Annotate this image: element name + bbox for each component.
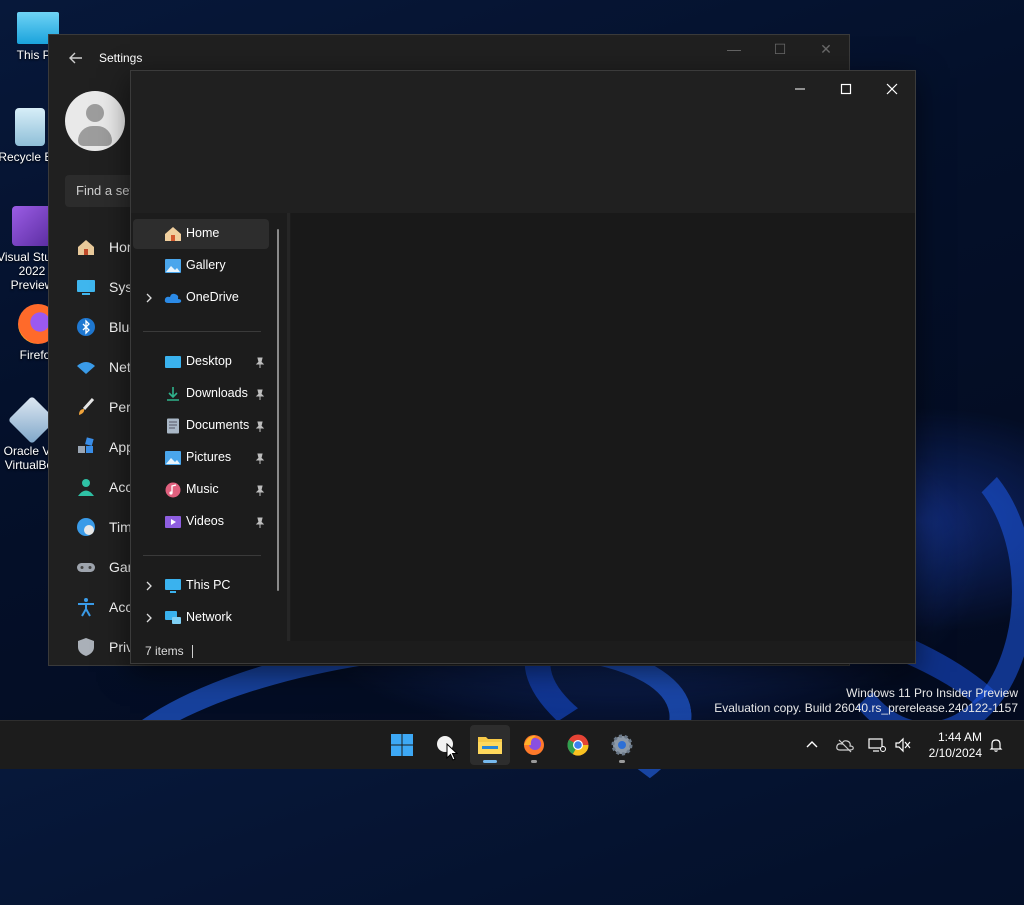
close-icon[interactable]: ✕ <box>811 41 841 61</box>
document-icon <box>164 418 182 434</box>
nav-item-gallery[interactable]: Gallery <box>133 251 269 281</box>
chevron-right-icon[interactable] <box>143 579 155 593</box>
gallery-icon <box>164 258 182 274</box>
taskbar-clock[interactable]: 1:44 AM 2/10/2024 <box>929 729 982 761</box>
user-avatar[interactable] <box>65 91 125 151</box>
nav-item-downloads[interactable]: Downloads <box>133 379 269 409</box>
bell-icon <box>989 739 1003 752</box>
explorer-titlebar <box>131 71 915 213</box>
taskbar-settings[interactable] <box>602 725 642 765</box>
apps-icon <box>75 436 97 458</box>
close-icon[interactable] <box>869 75 915 103</box>
clock-time: 1:44 AM <box>937 730 982 744</box>
firefox-icon <box>524 735 544 755</box>
tray-network[interactable] <box>868 721 886 769</box>
nav-item-network[interactable]: Network <box>133 603 269 633</box>
desktop-folder-icon <box>164 354 182 370</box>
pin-icon[interactable] <box>255 452 265 464</box>
status-bar: 7 items <box>131 641 915 663</box>
notification-center[interactable] <box>988 721 1004 769</box>
wifi-icon <box>75 356 97 378</box>
taskbar-file-explorer[interactable] <box>470 725 510 765</box>
system-icon <box>75 276 97 298</box>
taskbar: 1:44 AM 2/10/2024 <box>0 720 1024 769</box>
file-explorer-window[interactable]: Home Gallery OneDrive Desktop Downloads … <box>130 70 916 664</box>
chrome-icon <box>567 734 589 756</box>
pin-icon[interactable] <box>255 484 265 496</box>
volume-muted-icon <box>895 737 911 753</box>
pin-icon[interactable] <box>255 516 265 528</box>
windows-logo-icon <box>391 734 413 756</box>
item-count: 7 items <box>145 644 184 658</box>
mouse-cursor-icon <box>446 743 458 761</box>
nav-item-pictures[interactable]: Pictures <box>133 443 269 473</box>
tray-overflow[interactable] <box>804 721 820 769</box>
recycle-bin-icon <box>15 108 45 146</box>
globe-clock-icon <box>75 516 97 538</box>
home-icon <box>75 236 97 258</box>
pin-icon[interactable] <box>255 388 265 400</box>
settings-title: Settings <box>99 51 143 65</box>
folder-icon <box>478 737 502 754</box>
status-divider <box>192 645 193 658</box>
chevron-right-icon[interactable] <box>143 611 155 625</box>
clock-date: 2/10/2024 <box>928 746 982 760</box>
gamepad-icon <box>75 556 97 578</box>
navigation-pane: Home Gallery OneDrive Desktop Downloads … <box>131 213 283 643</box>
chevron-up-icon <box>806 741 818 748</box>
nav-item-this-pc[interactable]: This PC <box>133 571 269 601</box>
nav-item-home[interactable]: Home <box>133 219 269 249</box>
chevron-right-icon[interactable] <box>143 291 155 305</box>
music-icon <box>164 482 182 498</box>
file-list-area[interactable] <box>291 213 915 641</box>
bluetooth-icon <box>75 316 97 338</box>
windows-watermark: Windows 11 Pro Insider Preview Evaluatio… <box>714 686 1018 715</box>
pin-icon[interactable] <box>255 420 265 432</box>
gear-icon <box>611 734 633 756</box>
maximize-icon[interactable] <box>823 75 869 103</box>
nav-item-onedrive[interactable]: OneDrive <box>133 283 269 313</box>
nav-item-documents[interactable]: Documents <box>133 411 269 441</box>
taskbar-chrome[interactable] <box>558 725 598 765</box>
minimize-icon[interactable] <box>777 75 823 103</box>
pictures-icon <box>164 450 182 466</box>
nav-item-desktop[interactable]: Desktop <box>133 347 269 377</box>
maximize-icon[interactable]: ☐ <box>765 41 795 61</box>
monitor-icon <box>164 578 182 594</box>
back-arrow-icon[interactable] <box>65 47 87 69</box>
visual-studio-icon <box>12 206 52 246</box>
tray-onedrive[interactable] <box>836 721 854 769</box>
tray-volume[interactable] <box>894 721 912 769</box>
cloud-icon <box>164 290 182 306</box>
nav-item-videos[interactable]: Videos <box>133 507 269 537</box>
network-status-icon <box>868 738 886 752</box>
home-icon <box>164 226 182 242</box>
accessibility-icon <box>75 596 97 618</box>
taskbar-firefox[interactable] <box>514 725 554 765</box>
brush-icon <box>75 396 97 418</box>
shield-icon <box>75 636 97 658</box>
network-icon <box>164 610 182 626</box>
videos-icon <box>164 514 182 530</box>
nav-separator <box>143 331 261 332</box>
download-icon <box>164 386 182 402</box>
minimize-icon[interactable]: — <box>719 41 749 61</box>
nav-item-music[interactable]: Music <box>133 475 269 505</box>
account-icon <box>75 476 97 498</box>
nav-scrollbar[interactable] <box>277 229 279 591</box>
nav-separator <box>143 555 261 556</box>
cloud-offline-icon <box>836 739 854 753</box>
pin-icon[interactable] <box>255 356 265 368</box>
pane-divider[interactable] <box>287 213 290 641</box>
start-button[interactable] <box>382 725 422 765</box>
